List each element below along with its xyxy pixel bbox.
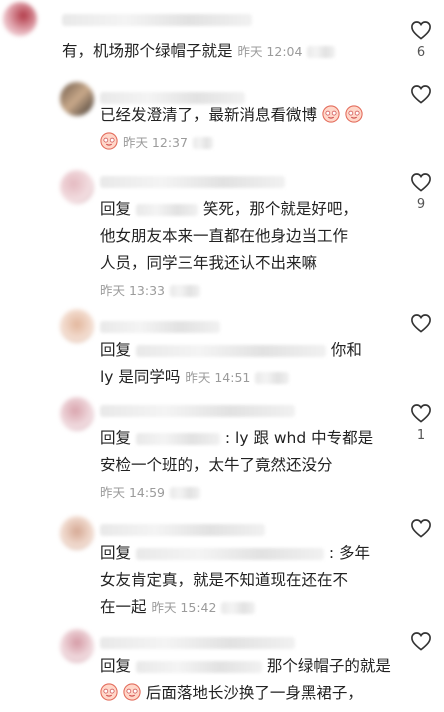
- avatar[interactable]: [3, 2, 37, 36]
- mention-blurred[interactable]: [135, 432, 220, 445]
- comment-time: 昨天 12:04: [237, 44, 303, 59]
- mention-blurred[interactable]: [135, 203, 198, 216]
- location-blurred: [255, 371, 290, 384]
- comment-text-row: 回复 那个绿帽子的就是 后面落地长沙换了一身黑裙子，: [100, 653, 400, 707]
- heart-outline-icon: [411, 632, 431, 651]
- smiling-face-emoji-icon: [123, 683, 141, 701]
- smiling-face-emoji-icon: [345, 105, 363, 123]
- username-blurred[interactable]: [100, 321, 220, 333]
- comment-text-line2: 女友肯定真，就是不知道现在还在不: [100, 571, 349, 589]
- comment-text-row: 有，机场那个绿帽子就是 昨天 12:04: [62, 38, 392, 65]
- comment-text-line3: 人员，同学三年我还认不出来嘛: [100, 254, 318, 272]
- reply-label: 回复: [100, 341, 132, 359]
- reply-label: 回复: [100, 657, 132, 675]
- comment-text: : ly 跟 whd 中专都是: [224, 429, 374, 447]
- comment-text-row: 回复 你和 ly 是同学吗 昨天 14:51: [100, 337, 400, 391]
- comment-time: 昨天 13:33: [100, 283, 165, 298]
- heart-outline-icon: [411, 85, 431, 104]
- comment-text: 笑死，那个就是好吧，: [202, 200, 358, 218]
- like-count: 6: [416, 45, 426, 60]
- avatar[interactable]: [60, 170, 94, 204]
- comment-text-line2: ly 是同学吗: [100, 368, 181, 386]
- heart-outline-icon: [411, 21, 431, 40]
- like-button[interactable]: [408, 631, 434, 656]
- avatar[interactable]: [60, 516, 94, 550]
- username-blurred[interactable]: [100, 176, 285, 188]
- comment-text-row: 已经发澄清了，最新消息看微博 昨天 12:37: [100, 102, 400, 156]
- avatar[interactable]: [60, 397, 94, 431]
- heart-outline-icon: [411, 173, 431, 192]
- location-blurred: [221, 601, 256, 614]
- comment-text-line3: 在一起: [100, 598, 147, 616]
- like-button[interactable]: 6: [408, 20, 434, 61]
- avatar[interactable]: [60, 629, 94, 663]
- reply-label: 回复: [100, 429, 132, 447]
- location-blurred: [192, 136, 213, 149]
- comment-text-line2: 他女朋友本来一直都在他身边当工作: [100, 227, 349, 245]
- like-button[interactable]: 1: [408, 403, 434, 444]
- comment-time: 昨天 12:37: [122, 135, 188, 150]
- heart-outline-icon: [411, 404, 431, 423]
- like-button[interactable]: [408, 84, 434, 109]
- username-blurred[interactable]: [62, 14, 252, 26]
- comment-text-line2: 安检一个班的，太牛了竟然还没分: [100, 456, 333, 474]
- username-blurred[interactable]: [100, 524, 265, 536]
- username-blurred[interactable]: [100, 637, 295, 649]
- mention-blurred[interactable]: [135, 344, 326, 357]
- avatar[interactable]: [60, 82, 94, 116]
- location-blurred: [169, 486, 200, 499]
- avatar[interactable]: [60, 309, 94, 343]
- mention-blurred[interactable]: [135, 660, 262, 673]
- reply-label: 回复: [100, 544, 132, 562]
- smiling-face-emoji-icon: [322, 105, 340, 123]
- comment-time: 昨天 14:59: [100, 485, 165, 500]
- comment-text: 你和: [330, 341, 362, 359]
- location-blurred: [307, 45, 336, 58]
- location-blurred: [169, 284, 200, 297]
- username-blurred[interactable]: [100, 405, 295, 417]
- mention-blurred[interactable]: [135, 547, 324, 560]
- heart-outline-icon: [411, 519, 431, 538]
- comment-text-row: 回复 : ly 跟 whd 中专都是 安检一个班的，太牛了竟然还没分 昨天 14…: [100, 425, 400, 506]
- heart-outline-icon: [411, 314, 431, 333]
- comment-text: 那个绿帽子的就是: [266, 657, 391, 675]
- like-button[interactable]: 9: [408, 172, 434, 213]
- like-button[interactable]: [408, 313, 434, 338]
- comment-text-line2: 后面落地长沙换了一身黑裙子，: [145, 684, 363, 702]
- comment-text: 已经发澄清了，最新消息看微博: [100, 106, 318, 124]
- comment-text: : 多年: [328, 544, 371, 562]
- smiling-face-emoji-icon: [100, 683, 118, 701]
- like-button[interactable]: [408, 518, 434, 543]
- comment-text-row: 回复 笑死，那个就是好吧， 他女朋友本来一直都在他身边当工作 人员，同学三年我还…: [100, 196, 400, 304]
- comment-text: 有，机场那个绿帽子就是: [62, 42, 233, 60]
- comment-time: 昨天 15:42: [151, 600, 217, 615]
- like-count: 9: [416, 197, 426, 212]
- comment-text-row: 回复 : 多年 女友肯定真，就是不知道现在还在不 在一起 昨天 15:42: [100, 540, 400, 621]
- smiling-face-emoji-icon: [100, 132, 118, 150]
- reply-label: 回复: [100, 200, 132, 218]
- comment-time: 昨天 14:51: [185, 370, 251, 385]
- like-count: 1: [416, 428, 426, 443]
